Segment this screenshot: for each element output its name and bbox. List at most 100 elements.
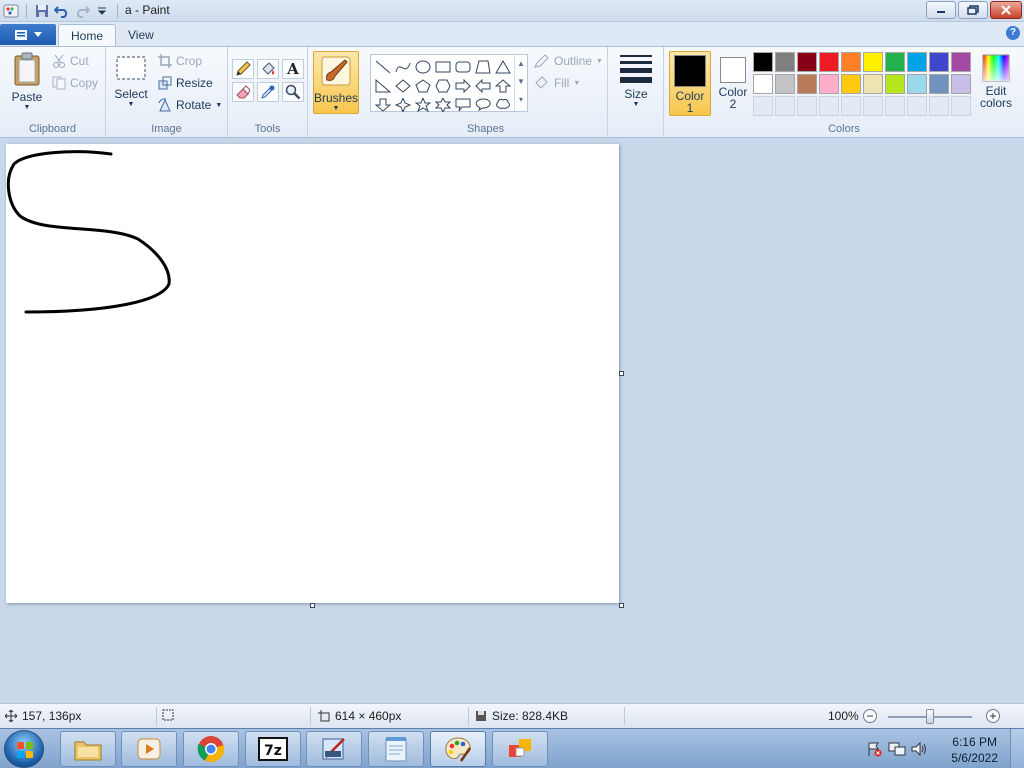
up-arrow-shape-icon[interactable] (493, 76, 513, 95)
palette-color-swatch[interactable] (951, 74, 971, 94)
palette-color-swatch[interactable] (753, 52, 773, 72)
minimize-button[interactable] (926, 1, 956, 19)
save-icon[interactable] (33, 2, 51, 20)
pentagon-shape-icon[interactable] (413, 76, 433, 95)
taskbar-media-player[interactable] (121, 731, 177, 767)
text-tool-icon[interactable]: A (282, 59, 304, 79)
four-point-star-shape-icon[interactable] (393, 95, 413, 114)
five-point-star-shape-icon[interactable] (413, 95, 433, 114)
canvas-resize-handle-bottom[interactable] (310, 603, 315, 608)
close-button[interactable] (990, 1, 1022, 19)
outline-button[interactable]: Outline ▼ (534, 54, 603, 68)
palette-color-swatch[interactable] (775, 52, 795, 72)
action-center-flag-icon[interactable] (866, 741, 882, 757)
palette-color-swatch[interactable] (863, 52, 883, 72)
palette-color-swatch[interactable] (775, 74, 795, 94)
taskbar-7zip[interactable]: 7z (245, 731, 301, 767)
show-desktop-button[interactable] (1010, 729, 1024, 768)
cloud-callout-shape-icon[interactable] (493, 95, 513, 114)
shapes-scroll[interactable]: ▲ ▼ ▾ (514, 55, 527, 111)
left-arrow-shape-icon[interactable] (473, 76, 493, 95)
palette-color-swatch[interactable] (907, 52, 927, 72)
edit-colors-button[interactable]: Edit colors (976, 54, 1016, 109)
zoom-in-button[interactable]: + (986, 709, 1000, 723)
restore-button[interactable] (958, 1, 988, 19)
palette-color-swatch[interactable] (819, 52, 839, 72)
palette-custom-slot[interactable] (775, 96, 795, 116)
taskbar-chrome[interactable] (183, 731, 239, 767)
diamond-shape-icon[interactable] (393, 76, 413, 95)
taskbar-snipping-tool[interactable] (306, 731, 362, 767)
tab-home[interactable]: Home (58, 24, 117, 46)
taskbar-notepad[interactable] (368, 731, 424, 767)
color-picker-icon[interactable] (257, 82, 279, 102)
start-button[interactable] (4, 730, 44, 768)
oval-shape-icon[interactable] (413, 57, 433, 76)
palette-color-swatch[interactable] (929, 74, 949, 94)
zoom-slider-thumb[interactable] (926, 709, 934, 724)
palette-color-swatch[interactable] (885, 52, 905, 72)
curve-shape-icon[interactable] (393, 57, 413, 76)
fill-bucket-icon[interactable] (257, 59, 279, 79)
palette-custom-slot[interactable] (753, 96, 773, 116)
paste-button[interactable]: Paste ▼ (8, 51, 46, 111)
tab-view[interactable]: View (116, 24, 166, 46)
line-shape-icon[interactable] (373, 57, 393, 76)
taskbar-paint[interactable] (430, 731, 486, 767)
rect-callout-shape-icon[interactable] (453, 95, 473, 114)
color1-button[interactable]: Color 1 (669, 51, 711, 116)
palette-custom-slot[interactable] (907, 96, 927, 116)
brushes-button[interactable]: Brushes ▼ (313, 51, 359, 114)
taskbar-explorer[interactable] (60, 731, 116, 767)
copy-button[interactable]: Copy (52, 76, 98, 90)
right-arrow-shape-icon[interactable] (453, 76, 473, 95)
palette-color-swatch[interactable] (841, 52, 861, 72)
palette-custom-slot[interactable] (885, 96, 905, 116)
paint-app-icon[interactable] (2, 2, 20, 20)
fill-button[interactable]: Fill ▼ (534, 76, 580, 90)
palette-color-swatch[interactable] (841, 74, 861, 94)
palette-color-swatch[interactable] (797, 52, 817, 72)
color2-button[interactable]: Color 2 (712, 51, 754, 116)
select-button[interactable]: Select ▼ (112, 54, 150, 108)
canvas-workspace[interactable] (0, 138, 1024, 703)
clock[interactable]: 6:16 PM 5/6/2022 (951, 734, 998, 766)
palette-color-swatch[interactable] (797, 74, 817, 94)
customize-qat-icon[interactable] (93, 2, 111, 20)
six-point-star-shape-icon[interactable] (433, 95, 453, 114)
crop-button[interactable]: Crop (158, 54, 202, 68)
down-arrow-shape-icon[interactable] (373, 95, 393, 114)
size-button[interactable]: Size ▼ (616, 54, 656, 108)
palette-custom-slot[interactable] (863, 96, 883, 116)
triangle-shape-icon[interactable] (493, 57, 513, 76)
eraser-icon[interactable] (232, 82, 254, 102)
palette-color-swatch[interactable] (951, 52, 971, 72)
volume-icon[interactable] (910, 741, 928, 757)
network-icon[interactable] (888, 741, 906, 757)
palette-color-swatch[interactable] (863, 74, 883, 94)
oval-callout-shape-icon[interactable] (473, 95, 493, 114)
rotate-button[interactable]: Rotate ▼ (158, 98, 222, 112)
redo-icon[interactable] (73, 2, 91, 20)
help-icon[interactable]: ? (1006, 26, 1020, 40)
canvas-resize-handle-corner[interactable] (619, 603, 624, 608)
polygon-shape-icon[interactable] (473, 57, 493, 76)
drawing-canvas[interactable] (6, 144, 619, 603)
palette-custom-slot[interactable] (951, 96, 971, 116)
taskbar-app-blocks[interactable] (492, 731, 548, 767)
palette-color-swatch[interactable] (819, 74, 839, 94)
magnifier-icon[interactable] (282, 82, 304, 102)
zoom-out-button[interactable]: − (863, 709, 877, 723)
palette-custom-slot[interactable] (797, 96, 817, 116)
pencil-icon[interactable] (232, 59, 254, 79)
right-triangle-shape-icon[interactable] (373, 76, 393, 95)
palette-custom-slot[interactable] (841, 96, 861, 116)
undo-icon[interactable] (53, 2, 71, 20)
paint-menu-button[interactable] (0, 24, 56, 45)
palette-color-swatch[interactable] (907, 74, 927, 94)
palette-custom-slot[interactable] (819, 96, 839, 116)
rectangle-shape-icon[interactable] (433, 57, 453, 76)
palette-color-swatch[interactable] (885, 74, 905, 94)
hexagon-shape-icon[interactable] (433, 76, 453, 95)
palette-color-swatch[interactable] (929, 52, 949, 72)
